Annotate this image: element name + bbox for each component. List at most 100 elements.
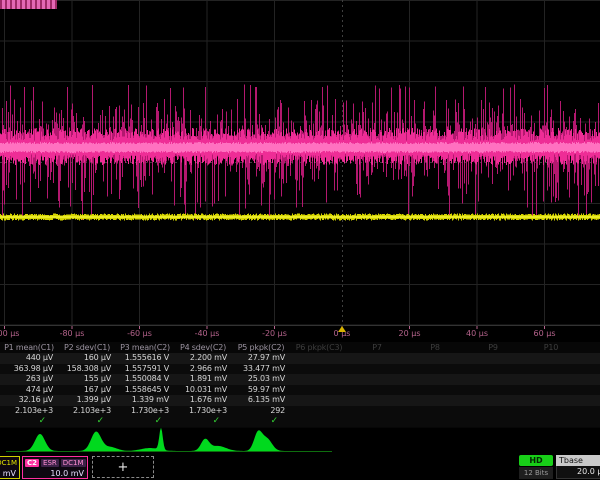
measure-value-cell: 1.339 mV bbox=[116, 395, 174, 406]
time-axis-label: 20 µs bbox=[399, 329, 421, 338]
measure-header-cell[interactable]: P7 bbox=[348, 342, 406, 353]
measure-status-cell bbox=[406, 416, 464, 427]
measure-value-cell bbox=[290, 385, 348, 396]
measure-value-cell: 2.200 mV bbox=[174, 353, 232, 364]
measure-value-cell: 27.97 mV bbox=[232, 353, 290, 364]
time-axis-label: -80 µs bbox=[60, 329, 85, 338]
measure-value-cell bbox=[290, 364, 348, 375]
measure-value-cell bbox=[290, 406, 348, 417]
c2-vertical-scale: 10.0 mV bbox=[23, 468, 87, 479]
measure-header-cell[interactable]: P6 pkpk(C3) bbox=[290, 342, 348, 353]
time-axis-label: 40 µs bbox=[466, 329, 488, 338]
oscilloscope-screen: -100 µs-80 µs-60 µs-40 µs-20 µs0 µs20 µs… bbox=[0, 0, 600, 480]
measure-value-cell bbox=[348, 374, 406, 385]
annotation-badge bbox=[0, 0, 57, 9]
measure-header-cell[interactable]: P4 sdev(C2) bbox=[174, 342, 232, 353]
measure-value-cell bbox=[348, 395, 406, 406]
timebase-scale: 20.0 µs bbox=[556, 466, 600, 479]
measure-status-cell bbox=[290, 416, 348, 427]
measure-value-cell: 32.16 µV bbox=[0, 395, 58, 406]
measurement-table: P1 mean(C1)P2 sdev(C1)P3 mean(C2)P4 sdev… bbox=[0, 342, 600, 428]
measure-value-cell bbox=[580, 385, 600, 396]
histicon bbox=[68, 432, 138, 452]
histicon bbox=[177, 439, 246, 451]
measure-status-cell: ✓ bbox=[58, 416, 116, 427]
measure-header-cell[interactable]: P2 sdev(C1) bbox=[58, 342, 116, 353]
measure-value-cell bbox=[522, 406, 580, 417]
measure-value-cell bbox=[580, 395, 600, 406]
measure-value-cell: 2.103e+3 bbox=[58, 406, 116, 417]
measure-value-cell: 1.730e+3 bbox=[174, 406, 232, 417]
timebase-title: Tbase bbox=[556, 455, 600, 466]
trigger-position-marker[interactable] bbox=[338, 326, 346, 332]
c2-filter-chip: ESR bbox=[41, 459, 59, 467]
time-axis: -100 µs-80 µs-60 µs-40 µs-20 µs0 µs20 µs… bbox=[0, 325, 600, 342]
measure-value-cell: 167 µV bbox=[58, 385, 116, 396]
measure-value-cell: 33.477 mV bbox=[232, 364, 290, 375]
measure-value-cell bbox=[406, 353, 464, 364]
measure-value-cell bbox=[406, 364, 464, 375]
timebase-descriptor-box[interactable]: Tbase 20.0 µs bbox=[556, 455, 600, 479]
measure-value-cell bbox=[464, 406, 522, 417]
measure-value-cell bbox=[348, 364, 406, 375]
measure-value-cell bbox=[348, 353, 406, 364]
measure-status-cell bbox=[348, 416, 406, 427]
measure-value-cell: 292 bbox=[232, 406, 290, 417]
add-trace-button[interactable]: + bbox=[92, 456, 154, 478]
measure-value-cell bbox=[406, 406, 464, 417]
measure-value-cell: 1.550084 V bbox=[116, 374, 174, 385]
measure-status-cell bbox=[580, 416, 600, 427]
measure-value-cell: 1.891 mV bbox=[174, 374, 232, 385]
c1-vertical-scale: 10.0 mV bbox=[0, 468, 19, 479]
measure-value-cell: 1.730e+3 bbox=[116, 406, 174, 417]
measure-value-cell: 1.555616 V bbox=[116, 353, 174, 364]
histicon bbox=[230, 430, 295, 451]
measure-header-cell[interactable]: P8 bbox=[406, 342, 464, 353]
measure-value-cell: 2.966 mV bbox=[174, 364, 232, 375]
measure-value-cell bbox=[522, 374, 580, 385]
measure-value-cell bbox=[464, 353, 522, 364]
measure-header-cell[interactable]: P9 bbox=[464, 342, 522, 353]
measure-status-cell bbox=[522, 416, 580, 427]
measure-value-cell bbox=[464, 374, 522, 385]
measure-value-cell: 1.558645 V bbox=[116, 385, 174, 396]
measure-value-cell bbox=[464, 385, 522, 396]
measure-value-cell: 59.97 mV bbox=[232, 385, 290, 396]
measure-value-cell bbox=[406, 395, 464, 406]
measure-value-cell: 474 µV bbox=[0, 385, 58, 396]
measure-status-cell: ✓ bbox=[116, 416, 174, 427]
measure-value-cell bbox=[348, 385, 406, 396]
measure-value-cell bbox=[406, 374, 464, 385]
c2-channel-chip: C2 bbox=[25, 459, 39, 467]
measure-value-cell bbox=[290, 395, 348, 406]
measure-header-cell[interactable]: P11 bbox=[580, 342, 600, 353]
c1-descriptor-box[interactable]: C1 DC1M 10.0 mV bbox=[0, 456, 20, 479]
waveform-traces bbox=[0, 0, 600, 330]
measure-value-cell bbox=[290, 374, 348, 385]
measure-value-cell bbox=[522, 395, 580, 406]
measure-value-cell: 6.135 mV bbox=[232, 395, 290, 406]
measure-value-cell bbox=[522, 353, 580, 364]
measure-value-cell: 155 µV bbox=[58, 374, 116, 385]
measure-table-row: 440 µV160 µV1.555616 V2.200 mV27.97 mV bbox=[0, 353, 600, 364]
measure-header-cell[interactable]: P3 mean(C2) bbox=[116, 342, 174, 353]
histicon-strip bbox=[0, 427, 600, 453]
measure-value-cell: 25.03 mV bbox=[232, 374, 290, 385]
measure-status-cell: ✓ bbox=[0, 416, 58, 427]
measure-value-cell bbox=[580, 406, 600, 417]
measure-table-row: 474 µV167 µV1.558645 V10.031 mV59.97 mV bbox=[0, 385, 600, 396]
measure-value-cell: 1.557591 V bbox=[116, 364, 174, 375]
time-axis-label: -40 µs bbox=[195, 329, 220, 338]
measure-value-cell: 2.103e+3 bbox=[0, 406, 58, 417]
hd-mode-badge[interactable]: HD bbox=[519, 455, 553, 466]
measure-header-cell[interactable]: P1 mean(C1) bbox=[0, 342, 58, 353]
measure-value-cell: 1.399 µV bbox=[58, 395, 116, 406]
measure-status-cell bbox=[464, 416, 522, 427]
measure-status-cell: ✓ bbox=[232, 416, 290, 427]
measure-header-cell[interactable]: P5 pkpk(C2) bbox=[232, 342, 290, 353]
hd-bits-label: 12 Bits bbox=[519, 467, 553, 479]
measure-status-cell: ✓ bbox=[174, 416, 232, 427]
measure-header-cell[interactable]: P10 bbox=[522, 342, 580, 353]
measure-value-cell: 10.031 mV bbox=[174, 385, 232, 396]
c2-descriptor-box[interactable]: C2 ESR DC1M 10.0 mV bbox=[22, 456, 88, 479]
